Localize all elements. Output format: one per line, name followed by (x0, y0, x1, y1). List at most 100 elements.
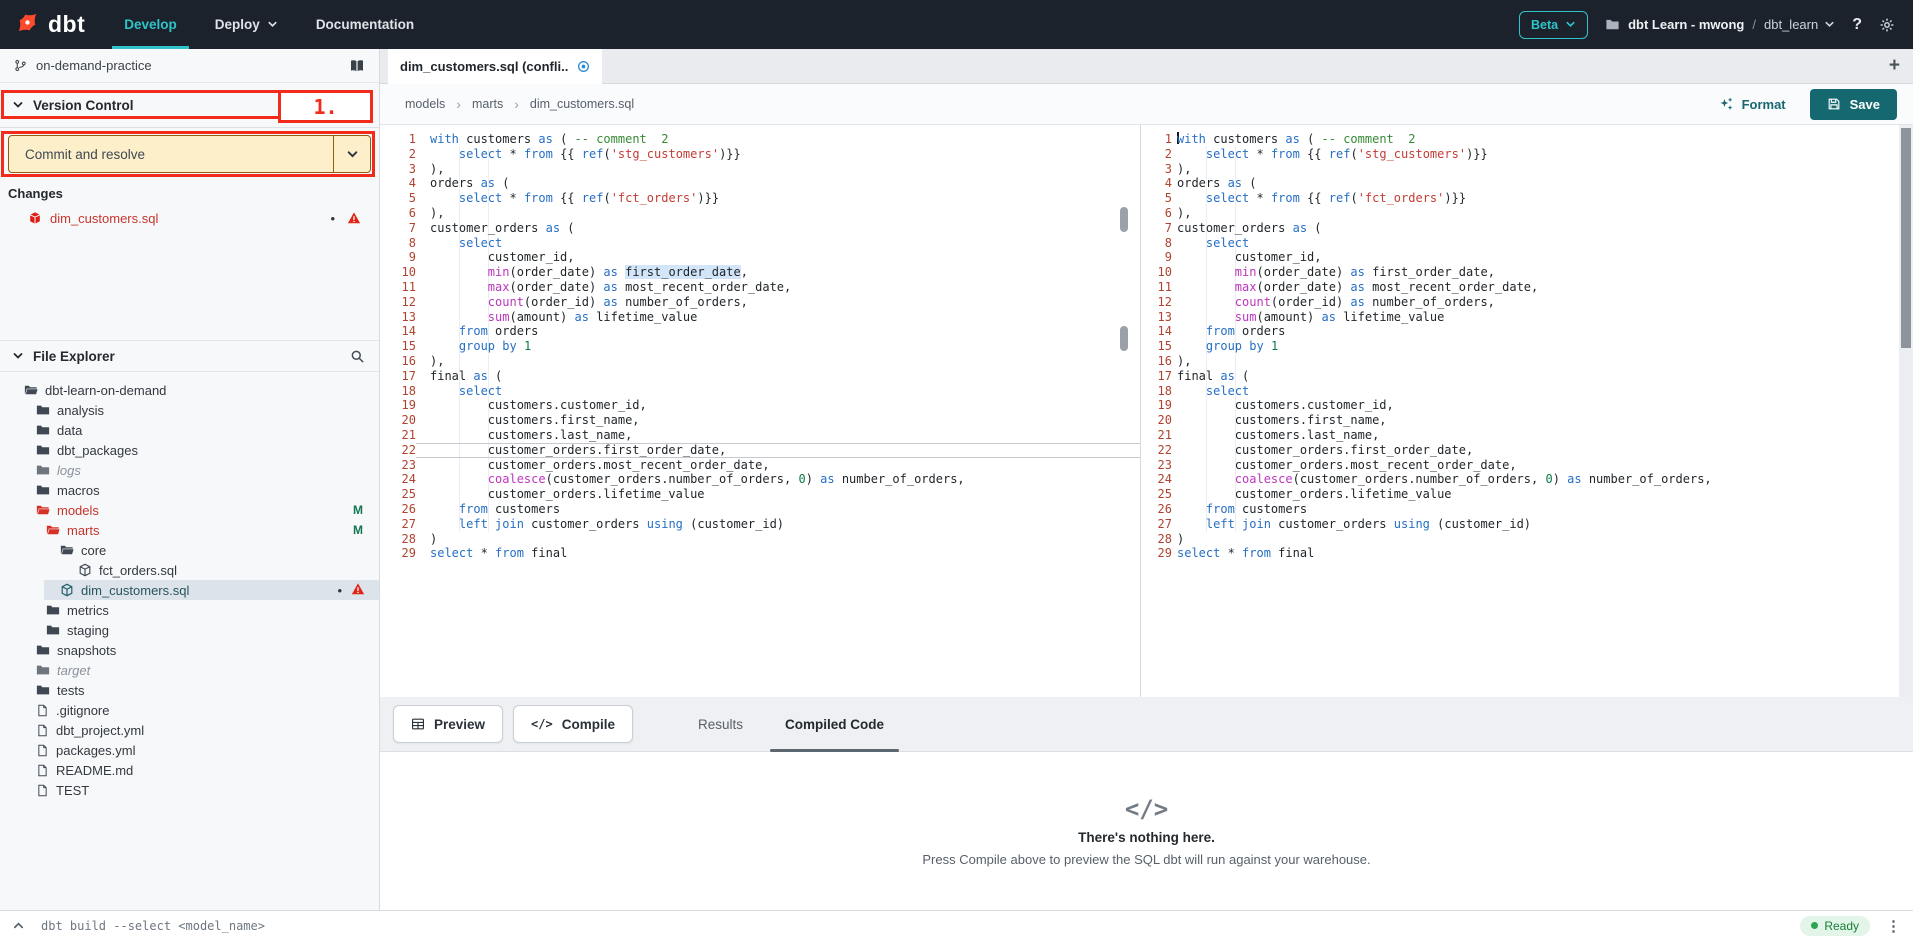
editor-pane-left[interactable]: 1with customers as ( -- comment 22 selec… (380, 125, 1141, 697)
code-line[interactable]: 23 customer_orders.most_recent_order_dat… (380, 458, 1140, 473)
code-line[interactable]: 17final as ( (380, 369, 1140, 384)
code-line[interactable]: 5 select * from {{ ref('fct_orders')}} (380, 191, 1140, 206)
code-line[interactable]: 10 min(order_date) as first_order_date, (1141, 265, 1913, 280)
code-line[interactable]: 15 group by 1 (1141, 339, 1913, 354)
code-line[interactable]: 9 customer_id, (1141, 250, 1913, 265)
command-input[interactable]: dbt build --select <model_name> (41, 919, 265, 933)
code-line[interactable]: 11 max(order_date) as most_recent_order_… (1141, 280, 1913, 295)
new-tab-button[interactable]: + (1889, 55, 1900, 77)
code-line[interactable]: 26 from customers (380, 502, 1140, 517)
search-icon[interactable] (350, 349, 365, 364)
nav-tab-documentation[interactable]: Documentation (316, 0, 414, 49)
code-line[interactable]: 29select * from final (380, 546, 1140, 561)
nav-tab-develop[interactable]: Develop (124, 0, 177, 49)
version-control-header[interactable]: Version Control (0, 83, 379, 127)
tree-item-models[interactable]: modelsM (0, 500, 379, 520)
nav-tab-deploy[interactable]: Deploy (215, 0, 278, 49)
tree-item-dim_customers.sql[interactable]: dim_customers.sql• (44, 580, 379, 600)
tree-item-staging[interactable]: staging (0, 620, 379, 640)
code-line[interactable]: 9 customer_id, (380, 250, 1140, 265)
tree-item-data[interactable]: data (0, 420, 379, 440)
code-line[interactable]: 7customer_orders as ( (380, 221, 1140, 236)
code-line[interactable]: 20 customers.first_name, (380, 413, 1140, 428)
left-pane-scrollbar-mark[interactable] (1120, 326, 1128, 351)
editor-tab-dim-customers[interactable]: dim_customers.sql (confli... (388, 49, 602, 84)
code-line[interactable]: 21 customers.last_name, (1141, 428, 1913, 443)
code-line[interactable]: 22 customer_orders.first_order_date, (380, 443, 1140, 458)
tab-results[interactable]: Results (677, 697, 764, 752)
tree-item-metrics[interactable]: metrics (0, 600, 379, 620)
code-line[interactable]: 13 sum(amount) as lifetime_value (380, 310, 1140, 325)
code-line[interactable]: 24 coalesce(customer_orders.number_of_or… (380, 472, 1140, 487)
preview-button[interactable]: Preview (393, 705, 503, 743)
code-line[interactable]: 1with customers as ( -- comment 2 (1141, 132, 1913, 147)
breadcrumb-file[interactable]: dim_customers.sql (530, 97, 634, 111)
code-line[interactable]: 16), (380, 354, 1140, 369)
code-line[interactable]: 8 select (380, 236, 1140, 251)
code-line[interactable]: 18 select (380, 384, 1140, 399)
project-selector[interactable]: dbt Learn - mwong / dbt_learn (1605, 17, 1835, 32)
tree-item-tests[interactable]: tests (0, 680, 379, 700)
docs-book-icon[interactable] (349, 58, 365, 74)
editor-scrollbar[interactable] (1899, 125, 1913, 697)
commit-and-resolve-button[interactable]: Commit and resolve (8, 135, 371, 173)
tree-item-logs[interactable]: logs (0, 460, 379, 480)
tree-item-README.md[interactable]: README.md (0, 760, 379, 780)
code-line[interactable]: 22 customer_orders.first_order_date, (1141, 443, 1913, 458)
editor-pane-right[interactable]: 1with customers as ( -- comment 22 selec… (1141, 125, 1913, 697)
beta-toggle[interactable]: Beta (1519, 11, 1588, 39)
code-line[interactable]: 4orders as ( (380, 176, 1140, 191)
code-line[interactable]: 5 select * from {{ ref('fct_orders')}} (1141, 191, 1913, 206)
code-line[interactable]: 14 from orders (380, 324, 1140, 339)
code-line[interactable]: 10 min(order_date) as first_order_date, (380, 265, 1140, 280)
tree-item-dbt_packages[interactable]: dbt_packages (0, 440, 379, 460)
help-button[interactable]: ? (1852, 16, 1862, 34)
code-line[interactable]: 24 coalesce(customer_orders.number_of_or… (1141, 472, 1913, 487)
tree-item-target[interactable]: target (0, 660, 379, 680)
tree-item-dbt_project.yml[interactable]: dbt_project.yml (0, 720, 379, 740)
code-line[interactable]: 6), (380, 206, 1140, 221)
code-line[interactable]: 3), (380, 162, 1140, 177)
breadcrumb-marts[interactable]: marts (472, 97, 503, 111)
code-line[interactable]: 20 customers.first_name, (1141, 413, 1913, 428)
compile-button[interactable]: </> Compile (513, 705, 633, 743)
code-line[interactable]: 7customer_orders as ( (1141, 221, 1913, 236)
code-line[interactable]: 27 left join customer_orders using (cust… (380, 517, 1140, 532)
editor-scrollbar-thumb[interactable] (1901, 128, 1911, 348)
code-line[interactable]: 28) (380, 532, 1140, 547)
code-line[interactable]: 12 count(order_id) as number_of_orders, (1141, 295, 1913, 310)
commit-options-caret[interactable] (333, 136, 370, 172)
tree-item-packages.yml[interactable]: packages.yml (0, 740, 379, 760)
code-line[interactable]: 25 customer_orders.lifetime_value (380, 487, 1140, 502)
tree-item-snapshots[interactable]: snapshots (0, 640, 379, 660)
code-line[interactable]: 27 left join customer_orders using (cust… (1141, 517, 1913, 532)
code-line[interactable]: 4orders as ( (1141, 176, 1913, 191)
branch-row[interactable]: on-demand-practice (0, 49, 379, 83)
tree-item-dbt-learn-on-demand[interactable]: dbt-learn-on-demand (0, 380, 379, 400)
tree-item-macros[interactable]: macros (0, 480, 379, 500)
code-line[interactable]: 2 select * from {{ ref('stg_customers')}… (1141, 147, 1913, 162)
code-line[interactable]: 19 customers.customer_id, (1141, 398, 1913, 413)
tree-item-fct_orders.sql[interactable]: fct_orders.sql (0, 560, 379, 580)
code-line[interactable]: 13 sum(amount) as lifetime_value (1141, 310, 1913, 325)
changed-file-dim_customers.sql[interactable]: dim_customers.sql • (0, 206, 379, 230)
tree-item-marts[interactable]: martsM (0, 520, 379, 540)
tab-compiled-code[interactable]: Compiled Code (764, 697, 905, 752)
code-line[interactable]: 18 select (1141, 384, 1913, 399)
code-line[interactable]: 6), (1141, 206, 1913, 221)
code-line[interactable]: 12 count(order_id) as number_of_orders, (380, 295, 1140, 310)
code-line[interactable]: 3), (1141, 162, 1913, 177)
code-line[interactable]: 11 max(order_date) as most_recent_order_… (380, 280, 1140, 295)
file-explorer-header[interactable]: File Explorer (0, 340, 379, 372)
code-line[interactable]: 17final as ( (1141, 369, 1913, 384)
code-line[interactable]: 1with customers as ( -- comment 2 (380, 132, 1140, 147)
code-line[interactable]: 29select * from final (1141, 546, 1913, 561)
breadcrumb-models[interactable]: models (405, 97, 445, 111)
code-line[interactable]: 23 customer_orders.most_recent_order_dat… (1141, 458, 1913, 473)
dbt-logo[interactable]: dbt (0, 9, 105, 41)
code-line[interactable]: 19 customers.customer_id, (380, 398, 1140, 413)
left-pane-scrollbar-mark[interactable] (1120, 207, 1128, 232)
modified-indicator-icon[interactable] (577, 60, 590, 73)
tree-item-core[interactable]: core (0, 540, 379, 560)
code-line[interactable]: 15 group by 1 (380, 339, 1140, 354)
